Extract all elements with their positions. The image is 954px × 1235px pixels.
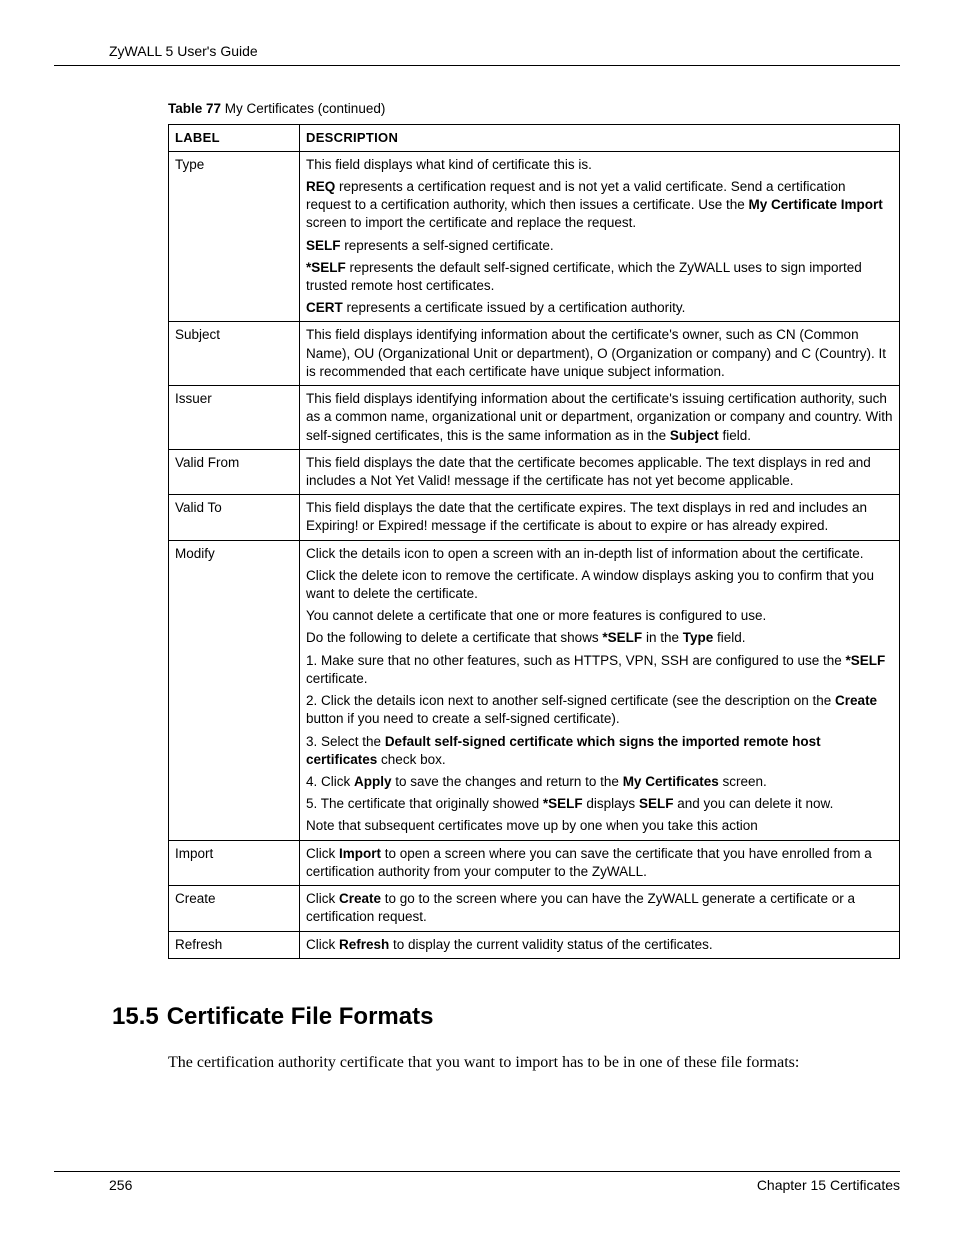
page: ZyWALL 5 User's Guide Table 77 My Certif… <box>0 0 954 1235</box>
description-cell: This field displays the date that the ce… <box>300 495 900 540</box>
desc-line: Click Refresh to display the current val… <box>306 936 893 954</box>
table-header-row: LABEL DESCRIPTION <box>169 125 900 152</box>
desc-line: This field displays identifying informat… <box>306 390 893 445</box>
table-row: Subject This field displays identifying … <box>169 322 900 386</box>
desc-line: 4. Click Apply to save the changes and r… <box>306 773 893 791</box>
label-cell: Refresh <box>169 931 300 958</box>
desc-line: 1. Make sure that no other features, suc… <box>306 652 893 688</box>
desc-line: This field displays what kind of certifi… <box>306 156 893 174</box>
desc-line: *SELF represents the default self-signed… <box>306 259 893 295</box>
table-row: Import Click Import to open a screen whe… <box>169 840 900 885</box>
col-header-description: DESCRIPTION <box>300 125 900 152</box>
table-row: Valid To This field displays the date th… <box>169 495 900 540</box>
table-title: My Certificates (continued) <box>221 101 385 116</box>
label-cell: Valid From <box>169 449 300 494</box>
section-heading: 15.5 Certificate File Formats <box>112 1001 900 1033</box>
page-header-rule: ZyWALL 5 User's Guide <box>54 42 900 66</box>
page-footer: 256 Chapter 15 Certificates <box>54 1171 900 1195</box>
running-header: ZyWALL 5 User's Guide <box>109 42 900 61</box>
desc-line: 2. Click the details icon next to anothe… <box>306 692 893 728</box>
desc-line: This field displays the date that the ce… <box>306 499 893 535</box>
table-row: Modify Click the details icon to open a … <box>169 540 900 840</box>
my-certificates-table: LABEL DESCRIPTION Type This field displa… <box>168 124 900 959</box>
description-cell: This field displays identifying informat… <box>300 386 900 450</box>
table-row: Valid From This field displays the date … <box>169 449 900 494</box>
desc-line: Do the following to delete a certificate… <box>306 629 893 647</box>
desc-line: This field displays the date that the ce… <box>306 454 893 490</box>
description-cell: Click Import to open a screen where you … <box>300 840 900 885</box>
desc-line: 3. Select the Default self-signed certif… <box>306 733 893 769</box>
label-cell: Modify <box>169 540 300 840</box>
desc-line: You cannot delete a certificate that one… <box>306 607 893 625</box>
description-cell: This field displays the date that the ce… <box>300 449 900 494</box>
label-cell: Subject <box>169 322 300 386</box>
table-container: Table 77 My Certificates (continued) LAB… <box>168 100 900 959</box>
table-row: Refresh Click Refresh to display the cur… <box>169 931 900 958</box>
label-cell: Import <box>169 840 300 885</box>
label-cell: Issuer <box>169 386 300 450</box>
description-cell: Click Create to go to the screen where y… <box>300 886 900 931</box>
page-number: 256 <box>109 1176 132 1195</box>
section-block: 15.5 Certificate File Formats <box>112 1001 900 1033</box>
chapter-label: Chapter 15 Certificates <box>757 1176 900 1195</box>
desc-line: CERT represents a certificate issued by … <box>306 299 893 317</box>
desc-line: REQ represents a certification request a… <box>306 178 893 233</box>
desc-line: Click Create to go to the screen where y… <box>306 890 893 926</box>
description-cell: This field displays identifying informat… <box>300 322 900 386</box>
col-header-label: LABEL <box>169 125 300 152</box>
desc-line: Click the details icon to open a screen … <box>306 545 893 563</box>
table-caption: Table 77 My Certificates (continued) <box>168 100 900 118</box>
label-cell: Type <box>169 151 300 322</box>
desc-line: SELF represents a self-signed certificat… <box>306 237 893 255</box>
desc-line: Note that subsequent certificates move u… <box>306 817 893 835</box>
desc-line: 5. The certificate that originally showe… <box>306 795 893 813</box>
table-row: Create Click Create to go to the screen … <box>169 886 900 931</box>
desc-line: Click the delete icon to remove the cert… <box>306 567 893 603</box>
description-cell: Click the details icon to open a screen … <box>300 540 900 840</box>
table-number: Table 77 <box>168 101 221 116</box>
table-row: Type This field displays what kind of ce… <box>169 151 900 322</box>
desc-line: Click Import to open a screen where you … <box>306 845 893 881</box>
description-cell: Click Refresh to display the current val… <box>300 931 900 958</box>
section-title: Certificate File Formats <box>167 1003 434 1030</box>
section-number: 15.5 <box>112 1003 159 1030</box>
label-cell: Create <box>169 886 300 931</box>
description-cell: This field displays what kind of certifi… <box>300 151 900 322</box>
label-cell: Valid To <box>169 495 300 540</box>
desc-line: This field displays identifying informat… <box>306 326 893 381</box>
section-body: The certification authority certificate … <box>168 1051 900 1074</box>
table-row: Issuer This field displays identifying i… <box>169 386 900 450</box>
